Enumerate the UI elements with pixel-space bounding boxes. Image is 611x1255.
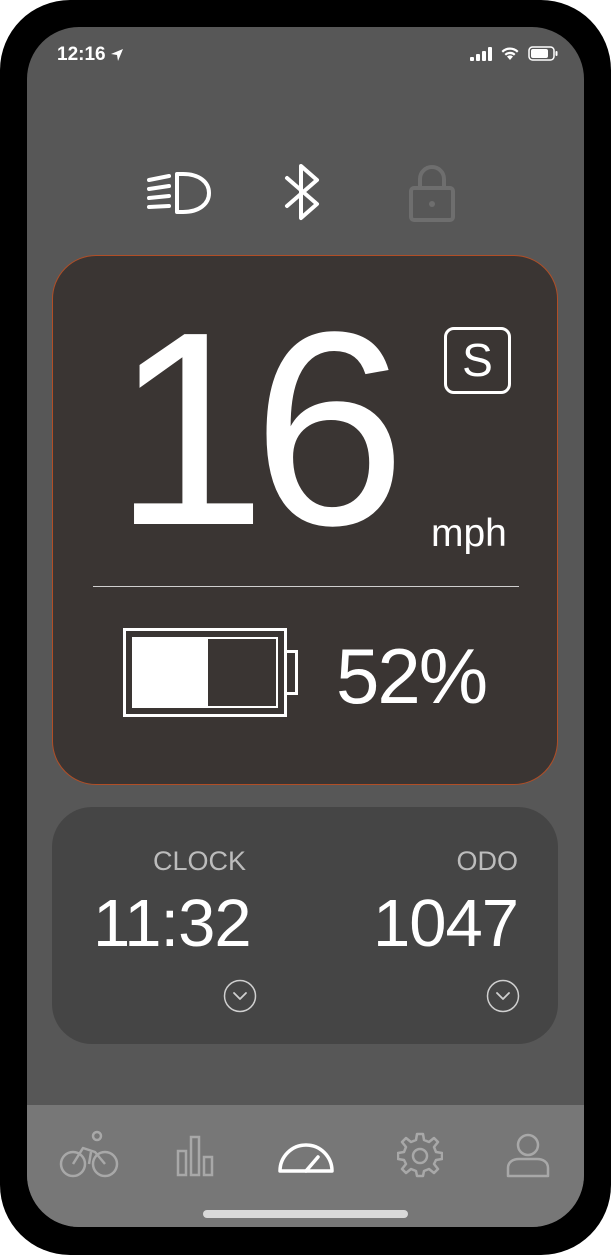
status-icons xyxy=(470,46,558,61)
battery-inner xyxy=(132,637,278,708)
clock-label: CLOCK xyxy=(153,846,247,876)
clock-chevron-down-icon[interactable] xyxy=(223,979,257,1013)
top-icon-row xyxy=(27,162,584,232)
nav-stats[interactable] xyxy=(166,1130,226,1180)
wifi-icon xyxy=(501,47,519,60)
status-bar: 12:16 xyxy=(27,27,584,87)
dashboard-icon xyxy=(278,1143,334,1173)
location-arrow-icon xyxy=(110,49,123,61)
stats-icon xyxy=(176,1135,214,1177)
speed-value: 16 xyxy=(113,275,406,583)
phone-frame: 12:16 16 S mph 52% CLOCK 11:32 ODO 1047 xyxy=(0,0,611,1255)
profile-icon xyxy=(506,1133,550,1178)
ride-mode-badge[interactable]: S xyxy=(444,327,511,394)
bluetooth-icon[interactable] xyxy=(283,162,323,222)
lock-icon[interactable] xyxy=(408,164,456,222)
odo-label: ODO xyxy=(456,846,518,876)
speed-card: 16 S mph 52% xyxy=(52,255,558,785)
battery-status-icon xyxy=(528,46,558,61)
divider xyxy=(93,586,519,587)
app-screen: 12:16 16 S mph 52% CLOCK 11:32 ODO 1047 xyxy=(27,27,584,1227)
info-card: CLOCK 11:32 ODO 1047 xyxy=(52,807,558,1044)
home-indicator[interactable] xyxy=(203,1210,408,1218)
bottom-nav xyxy=(27,1105,584,1227)
clock-value: 11:32 xyxy=(93,886,252,961)
nav-settings[interactable] xyxy=(390,1130,450,1180)
headlight-icon[interactable] xyxy=(147,170,213,216)
status-time: 12:16 xyxy=(57,44,106,65)
nav-dashboard[interactable] xyxy=(276,1130,336,1180)
odo-value: 1047 xyxy=(372,886,519,961)
speed-unit: mph xyxy=(431,512,507,555)
cellular-signal-icon xyxy=(470,46,492,61)
battery-body xyxy=(123,628,287,717)
nav-ride[interactable] xyxy=(59,1130,119,1180)
battery-tip xyxy=(284,650,298,695)
status-time-group: 12:16 xyxy=(57,44,124,66)
ride-icon xyxy=(59,1130,119,1178)
battery-fill xyxy=(134,639,208,706)
nav-profile[interactable] xyxy=(498,1130,558,1180)
battery-percent: 52% xyxy=(336,632,488,720)
settings-icon xyxy=(397,1132,443,1178)
odo-chevron-down-icon[interactable] xyxy=(486,979,520,1013)
